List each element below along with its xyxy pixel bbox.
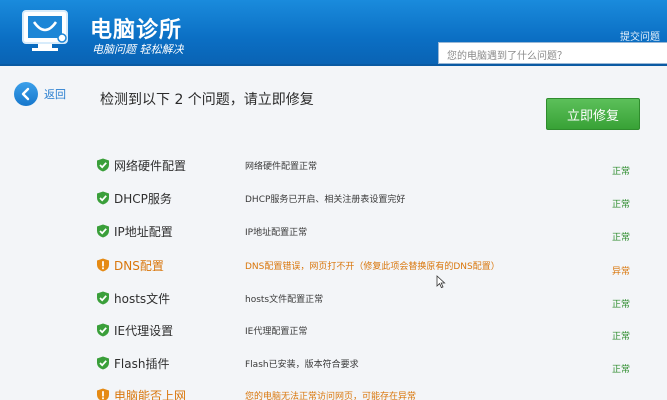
shield-check-icon [97, 158, 109, 172]
shield-check-icon [97, 291, 109, 305]
shield-warning-icon [97, 388, 109, 400]
item-description: 网络硬件配置正常 [245, 162, 318, 172]
item-name: 网络硬件配置 [114, 159, 187, 173]
problem-summary: 检测到以下 2 个问题，请立即修复 [100, 92, 314, 108]
item-name: DHCP服务 [114, 192, 172, 206]
back-button[interactable]: 返回 [14, 82, 66, 106]
app-header: 电脑诊所 电脑问题 轻松解决 提交问题 您的电脑遇到了什么问题？ [0, 0, 667, 66]
shield-check-icon [97, 323, 109, 337]
item-name: Flash插件 [114, 357, 170, 371]
item-description: DHCP服务已开启、相关注册表设置完好 [245, 195, 406, 205]
item-description: DNS配置错误，网页打不开（修复此项会替换原有的DNS配置） [245, 262, 500, 272]
back-label: 返回 [44, 88, 66, 101]
item-status: 正常 [612, 332, 631, 342]
list-item: hosts文件 hosts文件配置正常 正常 [0, 291, 667, 321]
item-name: 电脑能否上网 [114, 389, 187, 400]
mouse-cursor-icon [436, 275, 446, 289]
item-status: 正常 [612, 365, 631, 375]
item-status: 正常 [612, 167, 631, 177]
item-description: Flash已安装，版本符合要求 [245, 360, 359, 370]
app-subtitle: 电脑问题 轻松解决 [92, 43, 184, 56]
list-item: 网络硬件配置 网络硬件配置正常 正常 [0, 158, 667, 188]
logo [20, 8, 78, 54]
item-name: DNS配置 [114, 259, 164, 273]
shield-check-icon [97, 356, 109, 370]
item-status: 正常 [612, 200, 631, 210]
item-status: 正常 [612, 233, 631, 243]
shield-check-icon [97, 191, 109, 205]
item-name: IP地址配置 [114, 225, 173, 239]
list-item: 电脑能否上网 您的电脑无法正常访问网页，可能存在异常 [0, 388, 667, 400]
list-item: IE代理设置 IE代理配置正常 正常 [0, 323, 667, 353]
item-name: hosts文件 [114, 292, 171, 306]
list-item: DHCP服务 DHCP服务已开启、相关注册表设置完好 正常 [0, 191, 667, 221]
list-item: Flash插件 Flash已安装，版本符合要求 正常 [0, 356, 667, 386]
item-status: 正常 [612, 300, 631, 310]
fix-now-button[interactable]: 立即修复 [546, 98, 640, 130]
item-description: IP地址配置正常 [245, 228, 308, 238]
item-description: 您的电脑无法正常访问网页，可能存在异常 [245, 392, 417, 400]
item-description: hosts文件配置正常 [245, 295, 324, 305]
search-input[interactable]: 您的电脑遇到了什么问题？ [438, 42, 667, 64]
shield-warning-icon [97, 258, 109, 272]
item-status: 异常 [612, 267, 631, 277]
item-description: IE代理配置正常 [245, 327, 308, 337]
list-item: IP地址配置 IP地址配置正常 正常 [0, 224, 667, 254]
help-link[interactable]: 提交问题 [620, 28, 660, 43]
app-title: 电脑诊所 [90, 18, 183, 43]
list-item: DNS配置 DNS配置错误，网页打不开（修复此项会替换原有的DNS配置） 异常 [0, 258, 667, 288]
back-arrow-icon [14, 82, 38, 106]
item-name: IE代理设置 [114, 324, 174, 338]
shield-check-icon [97, 224, 109, 238]
